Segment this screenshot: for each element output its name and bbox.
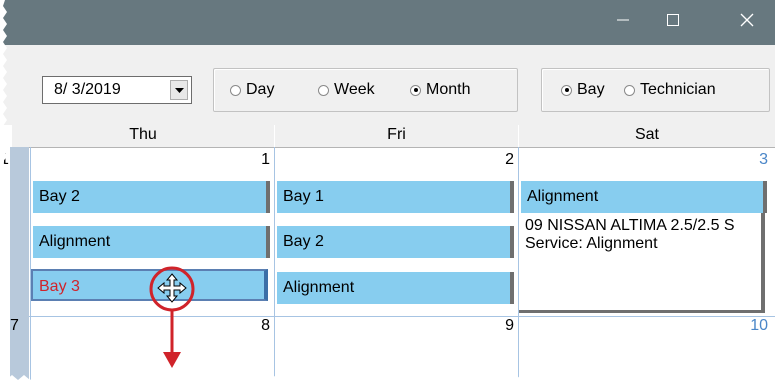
torn-edge-left [0,0,7,384]
annotation-overlay [149,266,195,368]
scheduler-window: 8/ 3/2019 Day Week Month Bay Technician [0,0,775,384]
torn-edge-bottom [0,375,775,384]
arrow-down-icon [163,310,181,368]
move-cursor-icon [157,273,187,303]
